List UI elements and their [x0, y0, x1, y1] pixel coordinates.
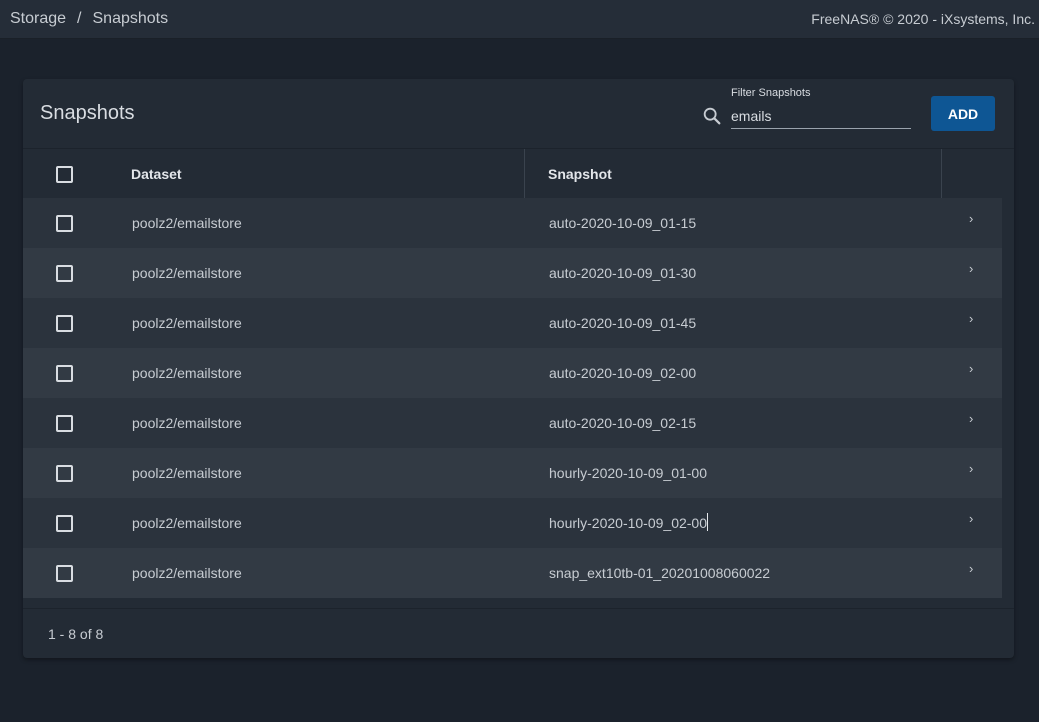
breadcrumb-storage[interactable]: Storage [10, 10, 66, 28]
snapshot-cell: auto-2020-10-09_01-45 [549, 315, 697, 331]
row-checkbox[interactable] [56, 515, 73, 532]
table-row[interactable]: poolz2/emailstore auto-2020-10-09_02-15 … [23, 398, 1002, 448]
dataset-cell: poolz2/emailstore [132, 215, 242, 231]
chevron-right-icon[interactable]: › [969, 561, 973, 576]
snapshot-cell: hourly-2020-10-09_01-00 [549, 465, 707, 481]
snapshot-cell: auto-2020-10-09_01-15 [549, 215, 697, 231]
top-bar: Storage / Snapshots FreeNAS® © 2020 - iX… [0, 0, 1039, 39]
table-row[interactable]: poolz2/emailstore auto-2020-10-09_01-45 … [23, 298, 1002, 348]
breadcrumb-separator: / [77, 10, 82, 27]
table-row[interactable]: poolz2/emailstore auto-2020-10-09_01-15 … [23, 198, 1002, 248]
row-checkbox[interactable] [56, 415, 73, 432]
row-checkbox[interactable] [56, 315, 73, 332]
column-header-dataset[interactable]: Dataset [131, 166, 182, 182]
filter-label: Filter Snapshots [731, 87, 811, 99]
column-divider [941, 149, 942, 198]
table-row[interactable]: poolz2/emailstore hourly-2020-10-09_02-0… [23, 498, 1002, 548]
copyright-text: FreeNAS® © 2020 - iXsystems, Inc. [811, 11, 1035, 27]
filter-snapshots-input[interactable] [731, 104, 911, 129]
chevron-right-icon[interactable]: › [969, 261, 973, 276]
select-all-checkbox[interactable] [56, 166, 73, 183]
dataset-cell: poolz2/emailstore [132, 415, 242, 431]
page-title: Snapshots [40, 102, 135, 124]
table-row[interactable]: poolz2/emailstore auto-2020-10-09_01-30 … [23, 248, 1002, 298]
snapshot-cell: hourly-2020-10-09_02-00 [549, 515, 707, 531]
table-footer: 1 - 8 of 8 [23, 608, 1014, 659]
row-checkbox[interactable] [56, 465, 73, 482]
row-checkbox[interactable] [56, 565, 73, 582]
dataset-cell: poolz2/emailstore [132, 565, 242, 581]
table-row[interactable]: poolz2/emailstore hourly-2020-10-09_01-0… [23, 448, 1002, 498]
card-header: Snapshots Filter Snapshots ADD [23, 79, 1014, 149]
dataset-cell: poolz2/emailstore [132, 465, 242, 481]
snapshot-cell: auto-2020-10-09_01-30 [549, 265, 697, 281]
chevron-right-icon[interactable]: › [969, 361, 973, 376]
chevron-right-icon[interactable]: › [969, 311, 973, 326]
dataset-cell: poolz2/emailstore [132, 265, 242, 281]
table-body: poolz2/emailstore auto-2020-10-09_01-15 … [23, 198, 1002, 598]
text-cursor [707, 513, 708, 531]
chevron-right-icon[interactable]: › [969, 411, 973, 426]
table-header: Dataset Snapshot [23, 149, 1014, 198]
chevron-right-icon[interactable]: › [969, 461, 973, 476]
table-row[interactable]: poolz2/emailstore auto-2020-10-09_02-00 … [23, 348, 1002, 398]
snapshots-card: Snapshots Filter Snapshots ADD Dataset S… [23, 79, 1014, 658]
dataset-cell: poolz2/emailstore [132, 365, 242, 381]
row-checkbox[interactable] [56, 215, 73, 232]
row-checkbox[interactable] [56, 365, 73, 382]
breadcrumb-snapshots[interactable]: Snapshots [93, 10, 169, 28]
chevron-right-icon[interactable]: › [969, 511, 973, 526]
snapshot-cell: auto-2020-10-09_02-00 [549, 365, 697, 381]
table-row[interactable]: poolz2/emailstore snap_ext10tb-01_202010… [23, 548, 1002, 598]
snapshot-cell: auto-2020-10-09_02-15 [549, 415, 697, 431]
add-button[interactable]: ADD [931, 96, 995, 131]
search-icon [703, 107, 721, 125]
dataset-cell: poolz2/emailstore [132, 315, 242, 331]
row-checkbox[interactable] [56, 265, 73, 282]
pagination-range: 1 - 8 of 8 [48, 626, 104, 642]
dataset-cell: poolz2/emailstore [132, 515, 242, 531]
column-header-snapshot[interactable]: Snapshot [548, 166, 612, 182]
chevron-right-icon[interactable]: › [969, 211, 973, 226]
breadcrumb: Storage / Snapshots [10, 10, 168, 28]
snapshot-cell: snap_ext10tb-01_20201008060022 [549, 565, 771, 581]
column-divider [524, 149, 525, 198]
